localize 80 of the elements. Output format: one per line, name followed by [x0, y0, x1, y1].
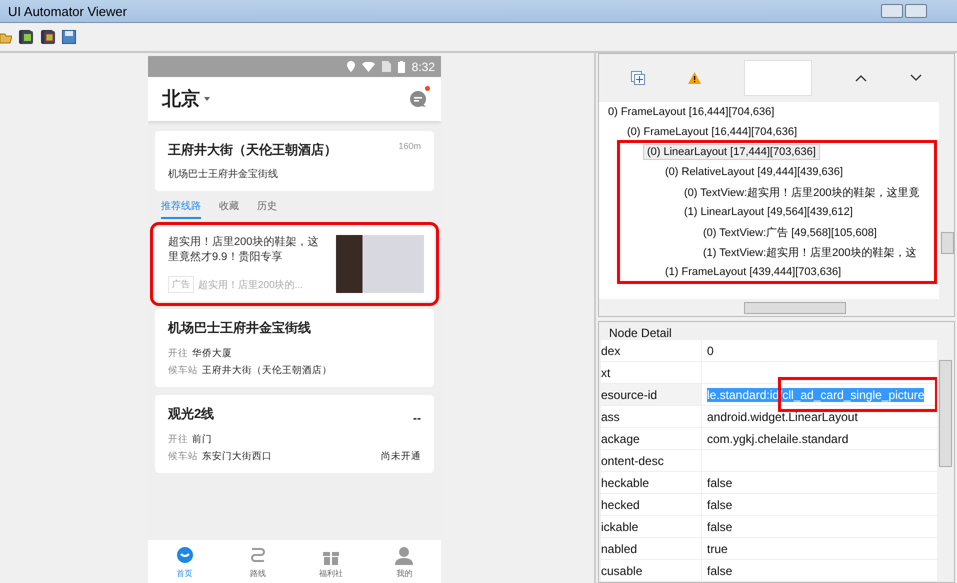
- bus-line-card[interactable]: 机场巴士王府井金宝街线 开往 华侨大厦 候车站 王府井大街（天伦王朝酒店）: [155, 309, 434, 387]
- property-name[interactable]: xt: [601, 362, 702, 383]
- nearby-stop-card[interactable]: 王府井大街（天伦王朝酒店） 160m 机场巴士王府井金宝街线: [155, 131, 434, 191]
- ad-tag: 广告: [168, 276, 194, 293]
- ad-card[interactable]: 超实用！店里200块的鞋架，这里竟然才9.9！贵阳专享 广告 超实用！店里200块的...: [155, 227, 434, 301]
- property-name[interactable]: cusable: [601, 560, 702, 581]
- panel-title: Node Detail: [608, 326, 673, 340]
- tree-node[interactable]: 0) FrameLayout [16,444][704,636]: [605, 105, 778, 119]
- wifi-icon: [362, 62, 375, 72]
- property-value: 0: [707, 344, 714, 358]
- status-time: 8:32: [412, 60, 435, 74]
- tree-node[interactable]: (1) TextView:超实用！店里200块的鞋架，这: [700, 244, 920, 260]
- property-value: android.widget.LinearLayout: [707, 410, 858, 424]
- message-icon[interactable]: [409, 90, 427, 108]
- line-name: 机场巴士王府井金宝街线: [168, 319, 311, 337]
- next-icon[interactable]: [910, 74, 922, 82]
- vertical-scrollbar[interactable]: [937, 340, 952, 582]
- dropdown-caret-icon: [204, 97, 210, 101]
- tree-node[interactable]: (0) RelativeLayout [49,444][439,636]: [662, 165, 846, 179]
- user-icon: [395, 547, 414, 565]
- route-icon: [248, 547, 267, 565]
- stop-name: 王府井大街（天伦王朝酒店）: [168, 141, 337, 159]
- search-field[interactable]: [744, 60, 812, 96]
- no-sim-icon: [382, 61, 391, 72]
- battery-icon: [398, 60, 405, 72]
- bus-line-card[interactable]: 观光2线 -- 开往 前门 候车站 东安门大街西口 尚未开通: [155, 395, 434, 473]
- nav-item[interactable]: 路线: [221, 540, 294, 583]
- direction-value: 华侨大厦: [192, 347, 232, 360]
- ad-title: 超实用！店里200块的鞋架，这里竟然才9.9！贵阳专享: [168, 235, 320, 265]
- tree-node[interactable]: (0) FrameLayout [16,444][704,636]: [624, 125, 800, 139]
- ad-summary: 超实用！店里200块的...: [198, 278, 304, 292]
- expand-all-icon[interactable]: [630, 71, 645, 85]
- property-name[interactable]: ontent-desc: [601, 450, 702, 471]
- property-name[interactable]: dex: [601, 340, 702, 361]
- property-name[interactable]: nabled: [601, 538, 702, 559]
- nav-item[interactable]: 首页: [148, 540, 222, 583]
- city-selector[interactable]: 北京: [162, 86, 200, 112]
- line-name: 机场巴士王府井金宝街线: [168, 168, 279, 181]
- property-value: false: [707, 520, 732, 534]
- nav-item[interactable]: 我的: [368, 540, 441, 583]
- property-value: false: [707, 498, 732, 512]
- minimize-button[interactable]: [881, 4, 903, 18]
- property-name[interactable]: ickable: [601, 516, 702, 537]
- tab[interactable]: 收藏: [219, 199, 239, 219]
- direction-value: 前门: [192, 433, 212, 446]
- tab[interactable]: 历史: [257, 199, 277, 219]
- stop-label: 候车站: [168, 450, 198, 463]
- property-value: false: [707, 564, 732, 578]
- previous-icon[interactable]: [855, 74, 868, 82]
- stop-value: 东安门大街西口: [202, 450, 272, 463]
- property-value: true: [707, 542, 728, 556]
- window-title: UI Automator Viewer: [8, 4, 127, 18]
- property-name[interactable]: hecked: [601, 494, 702, 515]
- location-icon: [346, 61, 355, 72]
- direction-label: 开往: [168, 347, 188, 360]
- service-status: 尚未开通: [381, 450, 421, 463]
- property-value: com.ygkj.chelaile.standard: [707, 432, 848, 446]
- device-screenshot-icon[interactable]: [18, 29, 34, 45]
- property-value: false: [707, 476, 732, 490]
- stop-value: 王府井大街（天伦王朝酒店）: [202, 364, 332, 377]
- property-name[interactable]: ackage: [601, 428, 702, 449]
- device-screenshot-icon[interactable]: [40, 29, 56, 45]
- tree-node[interactable]: (0) TextView:超实用！店里200块的鞋架，这里竟: [681, 184, 923, 200]
- save-icon[interactable]: [62, 30, 76, 44]
- line-name: 观光2线: [168, 405, 214, 423]
- property-name[interactable]: heckable: [601, 472, 702, 493]
- property-name[interactable]: ass: [601, 406, 702, 427]
- stop-label: 候车站: [168, 364, 198, 377]
- warning-icon[interactable]: [688, 72, 701, 84]
- property-name[interactable]: esource-id: [601, 384, 702, 405]
- tree-node[interactable]: (1) LinearLayout [49,564][439,612]: [681, 205, 856, 219]
- direction-label: 开往: [168, 433, 188, 446]
- nav-item[interactable]: 福利社: [294, 540, 368, 583]
- tree-node[interactable]: (0) TextView:广告 [49,568][105,608]: [700, 224, 880, 240]
- distance: 160m: [398, 141, 421, 151]
- maximize-button[interactable]: [905, 4, 927, 18]
- tree-node[interactable]: (0) LinearLayout [17,444][703,636]: [643, 144, 820, 160]
- location-pin-icon: [176, 547, 194, 565]
- tree-node[interactable]: (1) FrameLayout [439,444][703,636]: [662, 265, 844, 279]
- arrival-time: --: [413, 411, 421, 425]
